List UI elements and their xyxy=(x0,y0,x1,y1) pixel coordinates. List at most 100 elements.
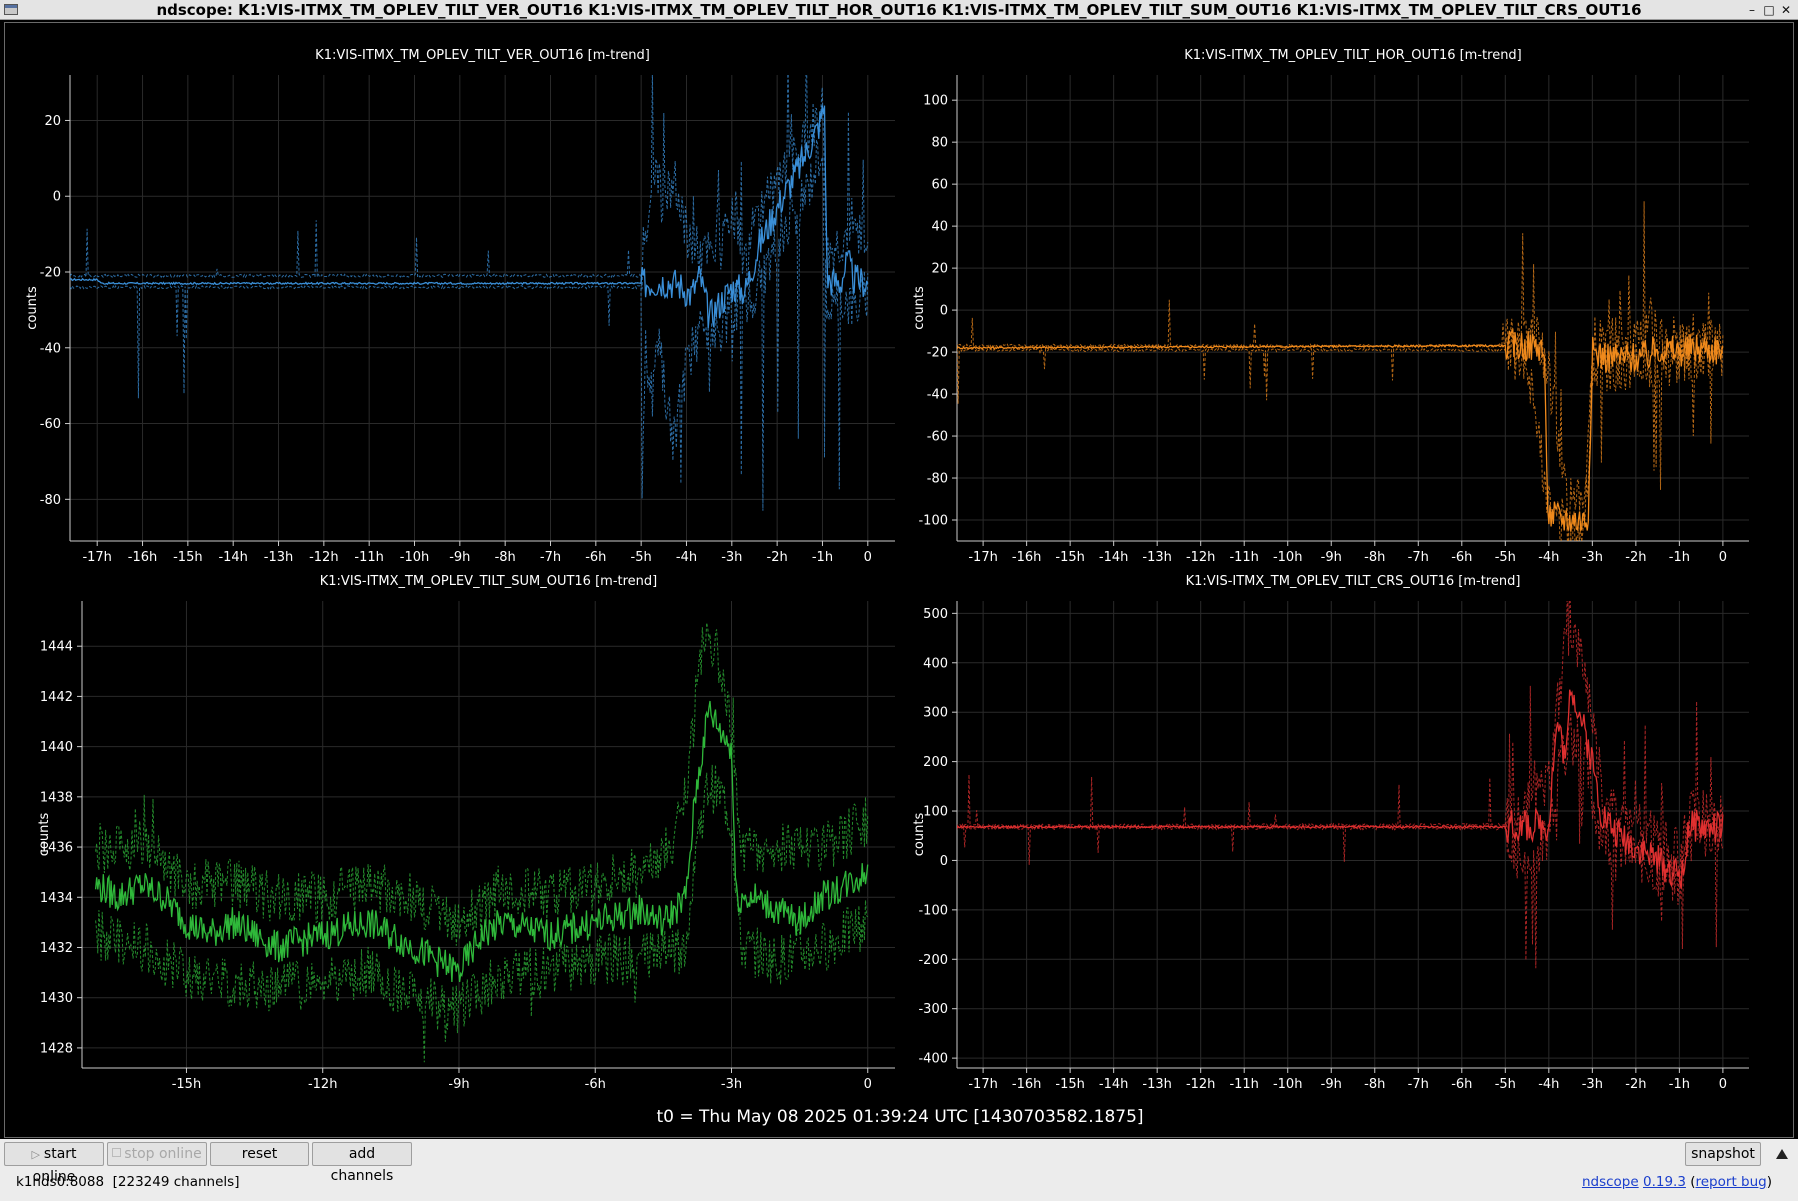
x-tick-label: -1h xyxy=(812,550,833,565)
bottom-toolbar: ▷ start online stop online reset add chan… xyxy=(0,1139,1798,1201)
x-tick-label: -17h xyxy=(968,1077,997,1092)
series-mean-trace xyxy=(957,328,1724,532)
x-tick-label: -6h xyxy=(585,1077,606,1092)
y-tick-label: 1442 xyxy=(40,690,73,705)
y-tick-label: 100 xyxy=(923,805,948,820)
x-tick-label: -14h xyxy=(1099,1077,1128,1092)
x-tick-label: -15h xyxy=(173,550,202,565)
x-tick-label: -10h xyxy=(1273,550,1302,565)
close-button[interactable]: ✕ xyxy=(1778,2,1794,18)
plot-1: K1:VIS-ITMX_TM_OPLEV_TILT_VER_OUT16 [m-t… xyxy=(25,48,895,565)
x-tick-label: -8h xyxy=(1364,1077,1385,1092)
x-tick-label: -17h xyxy=(82,550,111,565)
y-tick-label: 80 xyxy=(931,136,948,151)
reset-button[interactable]: reset xyxy=(210,1142,309,1166)
series-max-trace xyxy=(957,201,1724,524)
y-tick-label: -80 xyxy=(40,493,61,508)
y-tick-label: 1444 xyxy=(40,640,73,655)
y-tick-label: -100 xyxy=(918,514,948,529)
x-tick-label: -5h xyxy=(1495,1077,1516,1092)
x-tick-label: -13h xyxy=(1142,1077,1171,1092)
y-tick-label: -200 xyxy=(918,953,948,968)
x-tick-label: -2h xyxy=(1625,550,1646,565)
x-tick-label: -9h xyxy=(1321,1077,1342,1092)
x-tick-label: -3h xyxy=(721,1077,742,1092)
plot-title: K1:VIS-ITMX_TM_OPLEV_TILT_HOR_OUT16 [m-t… xyxy=(1184,48,1522,63)
x-tick-label: -4h xyxy=(676,550,697,565)
server-status: k1nds0:8088 [223249 channels] xyxy=(16,1174,240,1190)
x-tick-label: -6h xyxy=(585,550,606,565)
report-bug-link[interactable]: report bug xyxy=(1696,1174,1767,1190)
plot-3: K1:VIS-ITMX_TM_OPLEV_TILT_SUM_OUT16 [m-t… xyxy=(37,574,895,1092)
x-tick-label: -5h xyxy=(1495,550,1516,565)
close-paren: ) xyxy=(1766,1174,1772,1190)
window-title: ndscope: K1:VIS-ITMX_TM_OPLEV_TILT_VER_O… xyxy=(156,1,1642,19)
stop-online-button[interactable]: stop online xyxy=(107,1142,207,1166)
x-tick-label: -15h xyxy=(172,1077,201,1092)
open-paren: ( xyxy=(1685,1174,1696,1190)
y-tick-label: -60 xyxy=(927,430,948,445)
y-tick-label: 20 xyxy=(44,114,61,129)
series-min-trace xyxy=(957,714,1724,969)
y-tick-label: 200 xyxy=(923,755,948,770)
expand-arrow-icon[interactable] xyxy=(1776,1149,1788,1159)
x-tick-label: -12h xyxy=(309,550,338,565)
x-tick-label: -14h xyxy=(218,550,247,565)
x-tick-label: 0 xyxy=(864,1077,872,1092)
y-tick-label: 300 xyxy=(923,706,948,721)
y-axis-label: counts xyxy=(25,286,40,330)
x-tick-label: -9h xyxy=(449,550,470,565)
play-icon: ▷ xyxy=(31,1148,40,1161)
y-tick-label: 1438 xyxy=(40,790,73,805)
x-tick-label: -1h xyxy=(1669,550,1690,565)
x-tick-label: -16h xyxy=(1012,1077,1041,1092)
y-tick-label: -300 xyxy=(918,1002,948,1017)
x-tick-label: -6h xyxy=(1451,550,1472,565)
version-link[interactable]: 0.19.3 xyxy=(1643,1174,1686,1190)
x-tick-label: -12h xyxy=(308,1077,337,1092)
plot-area[interactable]: K1:VIS-ITMX_TM_OPLEV_TILT_VER_OUT16 [m-t… xyxy=(4,22,1794,1138)
window-titlebar[interactable]: ndscope: K1:VIS-ITMX_TM_OPLEV_TILT_VER_O… xyxy=(0,0,1798,20)
y-tick-label: -400 xyxy=(918,1052,948,1067)
plot-title: K1:VIS-ITMX_TM_OPLEV_TILT_SUM_OUT16 [m-t… xyxy=(320,574,657,589)
minimize-button[interactable]: – xyxy=(1744,2,1760,18)
y-tick-label: 1440 xyxy=(40,740,73,755)
series-max-trace xyxy=(957,601,1724,872)
x-tick-label: -4h xyxy=(1538,1077,1559,1092)
maximize-button[interactable]: □ xyxy=(1761,2,1777,18)
x-tick-label: -17h xyxy=(968,550,997,565)
series-min-trace xyxy=(70,139,869,511)
snapshot-button[interactable]: snapshot xyxy=(1685,1142,1761,1166)
y-tick-label: 1432 xyxy=(40,941,73,956)
y-tick-label: -40 xyxy=(40,341,61,356)
y-axis-label: counts xyxy=(912,286,927,330)
y-tick-label: 20 xyxy=(931,262,948,277)
y-tick-label: -20 xyxy=(927,346,948,361)
start-online-button[interactable]: ▷ start online xyxy=(4,1142,104,1185)
y-tick-label: -100 xyxy=(918,903,948,918)
x-tick-label: -3h xyxy=(721,550,742,565)
x-tick-label: -15h xyxy=(1055,550,1084,565)
y-tick-label: 60 xyxy=(931,178,948,193)
y-tick-label: 1436 xyxy=(40,841,73,856)
plot-2: K1:VIS-ITMX_TM_OPLEV_TILT_HOR_OUT16 [m-t… xyxy=(912,48,1749,565)
x-tick-label: -13h xyxy=(1142,550,1171,565)
y-tick-label: 1434 xyxy=(40,891,73,906)
x-tick-label: -9h xyxy=(1321,550,1342,565)
x-tick-label: -7h xyxy=(1408,550,1429,565)
x-tick-label: -10h xyxy=(400,550,429,565)
x-tick-label: -16h xyxy=(128,550,157,565)
series-min-trace xyxy=(95,764,869,1063)
x-tick-label: -1h xyxy=(1669,1077,1690,1092)
add-channels-button[interactable]: add channels xyxy=(312,1142,412,1184)
y-tick-label: 100 xyxy=(923,94,948,109)
x-tick-label: -5h xyxy=(631,550,652,565)
stop-icon xyxy=(112,1148,122,1157)
x-tick-label: -2h xyxy=(1625,1077,1646,1092)
plots-canvas[interactable]: K1:VIS-ITMX_TM_OPLEV_TILT_VER_OUT16 [m-t… xyxy=(5,23,1794,1138)
x-tick-label: -13h xyxy=(264,550,293,565)
ndscope-link[interactable]: ndscope xyxy=(1582,1174,1639,1190)
stop-online-label: stop online xyxy=(124,1146,202,1162)
x-tick-label: -12h xyxy=(1186,1077,1215,1092)
x-tick-label: -4h xyxy=(1538,550,1559,565)
